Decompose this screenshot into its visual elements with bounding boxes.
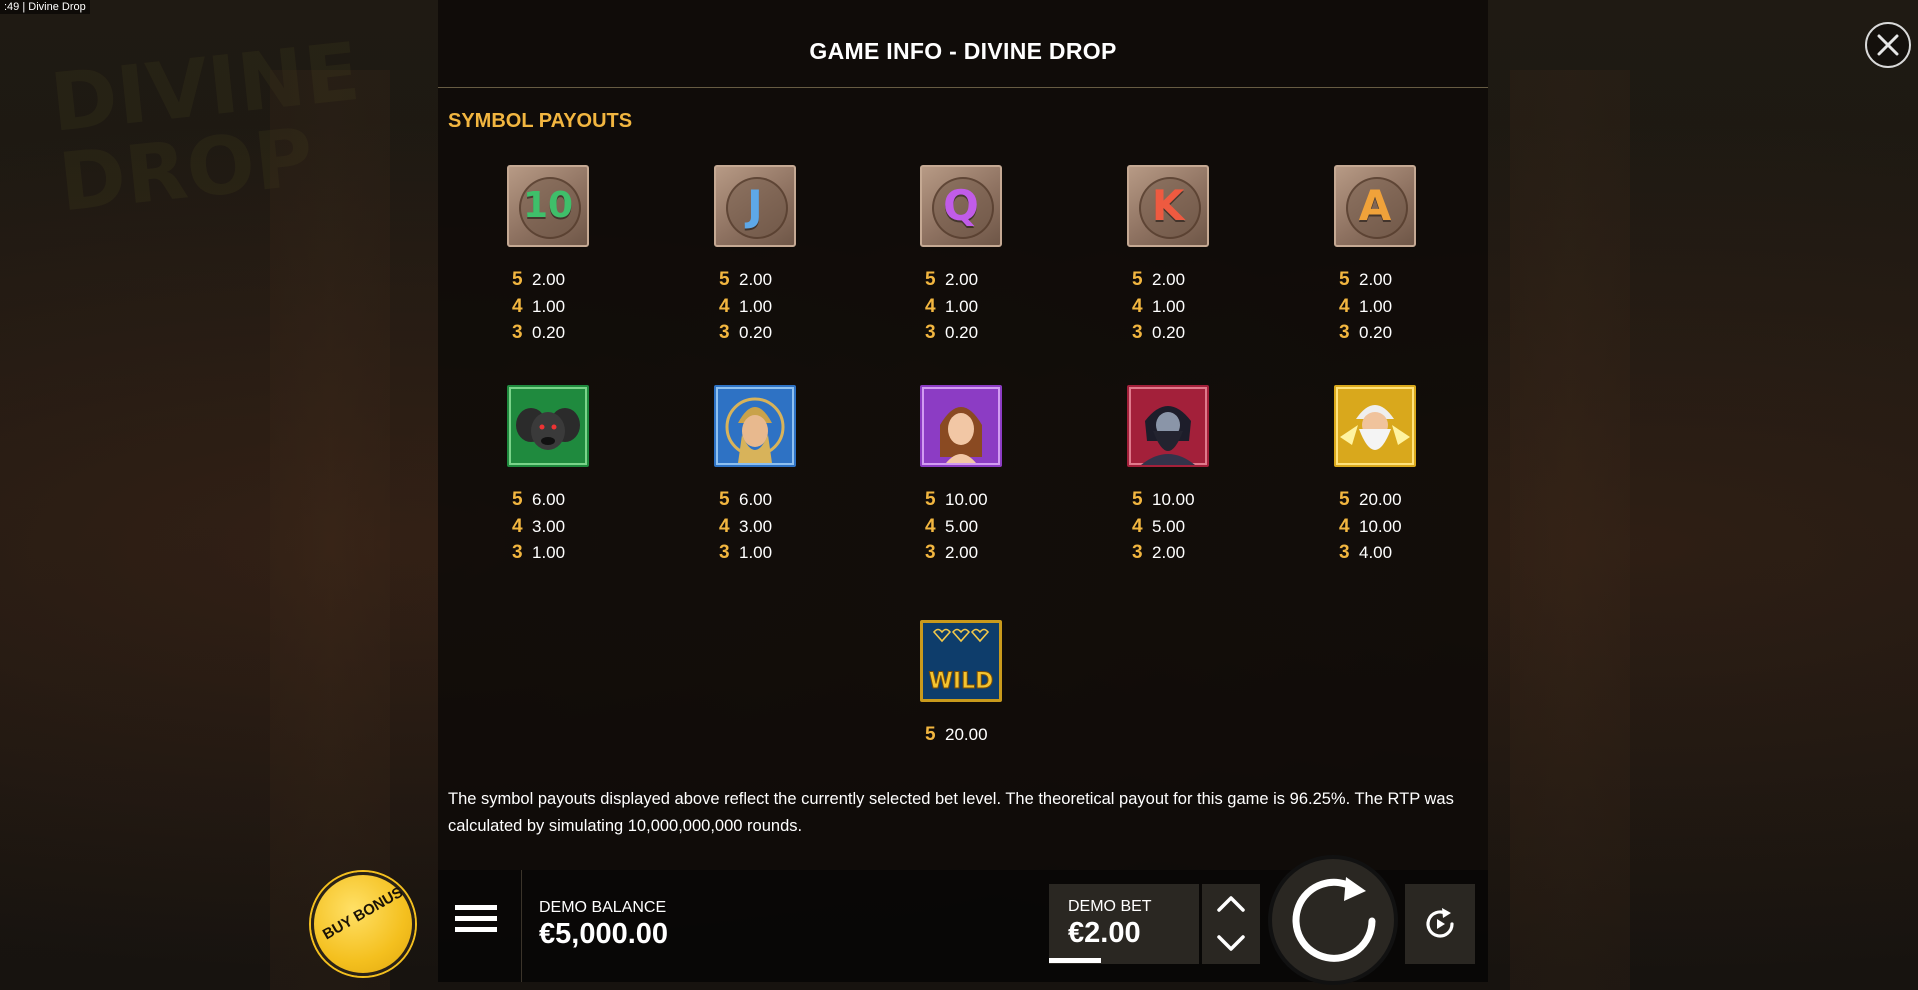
bet-label: DEMO BET: [1068, 898, 1152, 915]
divider: [521, 870, 522, 982]
payout-list: 5 2.00 4 1.00 3 0.20: [719, 269, 773, 343]
payout-list: 5 2.00 4 1.00 3 0.20: [1132, 269, 1186, 343]
bet-level-indicator: [1049, 958, 1101, 963]
payout-list: 5 10.00 4 5.00 3 2.00: [925, 489, 988, 563]
background-column: [270, 70, 390, 990]
bet-value: €2.00: [1068, 917, 1141, 949]
symbol-card-j: J 5 2.00 4 1.00 3 0.20: [695, 165, 815, 347]
symbol-card-a: A 5 2.00 4 1.00 3 0.20: [1315, 165, 1435, 347]
bet-decrease-button[interactable]: [1215, 932, 1247, 960]
symbol-card-k: K 5 2.00 4 1.00 3 0.20: [1108, 165, 1228, 347]
cerberus-icon: [507, 385, 589, 467]
queen-card-icon: Q: [920, 165, 1002, 247]
ace-card-icon: A: [1334, 165, 1416, 247]
chevron-down-icon: [1217, 935, 1245, 951]
game-screen: DIVINE DROP :49 | Divine Drop GAME INFO -…: [0, 0, 1918, 990]
payout-list: 5 2.00 4 1.00 3 0.20: [1339, 269, 1393, 343]
balance-label: DEMO BALANCE: [539, 899, 667, 916]
background-column: [1510, 70, 1630, 990]
bet-increase-button[interactable]: [1215, 893, 1247, 921]
aphrodite-icon: [920, 385, 1002, 467]
payout-list: 5 20.00 4 10.00 3 4.00: [1339, 489, 1402, 563]
king-card-icon: K: [1127, 165, 1209, 247]
close-icon: [1877, 34, 1899, 56]
athena-icon: [714, 385, 796, 467]
payout-list: 5 6.00 4 3.00 3 1.00: [719, 489, 773, 563]
close-button[interactable]: [1865, 22, 1911, 68]
zeus-icon: [1334, 385, 1416, 467]
menu-button[interactable]: [455, 905, 497, 941]
payout-list: 5 6.00 4 3.00 3 1.00: [512, 489, 566, 563]
symbol-wild: WILD 5 20.00: [901, 620, 1021, 749]
chevron-up-icon: [1217, 896, 1245, 912]
autoplay-icon: [1426, 908, 1454, 938]
ten-card-icon: 10: [507, 165, 589, 247]
payout-list: 5 2.00 4 1.00 3 0.20: [512, 269, 566, 343]
svg-text:WILD: WILD: [929, 669, 994, 694]
buy-bonus-button[interactable]: BUY BONUS: [311, 872, 415, 976]
window-title: :49 | Divine Drop: [0, 0, 90, 14]
spin-icon: [1292, 877, 1376, 962]
buy-bonus-label: BUY BONUS: [319, 883, 407, 944]
section-title: SYMBOL PAYOUTS: [448, 110, 633, 132]
symbol-hades: 5 10.00 4 5.00 3 2.00: [1108, 385, 1228, 567]
jack-card-icon: J: [714, 165, 796, 247]
payout-list: 5 2.00 4 1.00 3 0.20: [925, 269, 979, 343]
balance-value: €5,000.00: [539, 918, 669, 950]
symbol-zeus: 5 20.00 4 10.00 3 4.00: [1315, 385, 1435, 567]
symbol-card-10: 10 5 2.00 4 1.00 3 0.20: [488, 165, 608, 347]
game-info-panel: GAME INFO - DIVINE DROP SYMBOL PAYOUTS 1…: [438, 0, 1488, 870]
symbol-aphrodite: 5 10.00 4 5.00 3 2.00: [901, 385, 1021, 567]
payout-list: 5 10.00 4 5.00 3 2.00: [1132, 489, 1195, 563]
rtp-footnote: The symbol payouts displayed above refle…: [448, 790, 1454, 835]
spin-button[interactable]: [1268, 855, 1398, 985]
payout-list: 5 20.00: [925, 724, 988, 745]
symbol-athena: 5 6.00 4 3.00 3 1.00: [695, 385, 815, 567]
panel-divider: [438, 87, 1488, 88]
autoplay-button[interactable]: [1405, 884, 1475, 964]
wild-icon: WILD: [920, 620, 1002, 702]
symbol-cerberus: 5 6.00 4 3.00 3 1.00: [488, 385, 608, 567]
symbol-card-q: Q 5 2.00 4 1.00 3 0.20: [901, 165, 1021, 347]
hades-icon: [1127, 385, 1209, 467]
panel-title: GAME INFO - DIVINE DROP: [809, 38, 1117, 64]
